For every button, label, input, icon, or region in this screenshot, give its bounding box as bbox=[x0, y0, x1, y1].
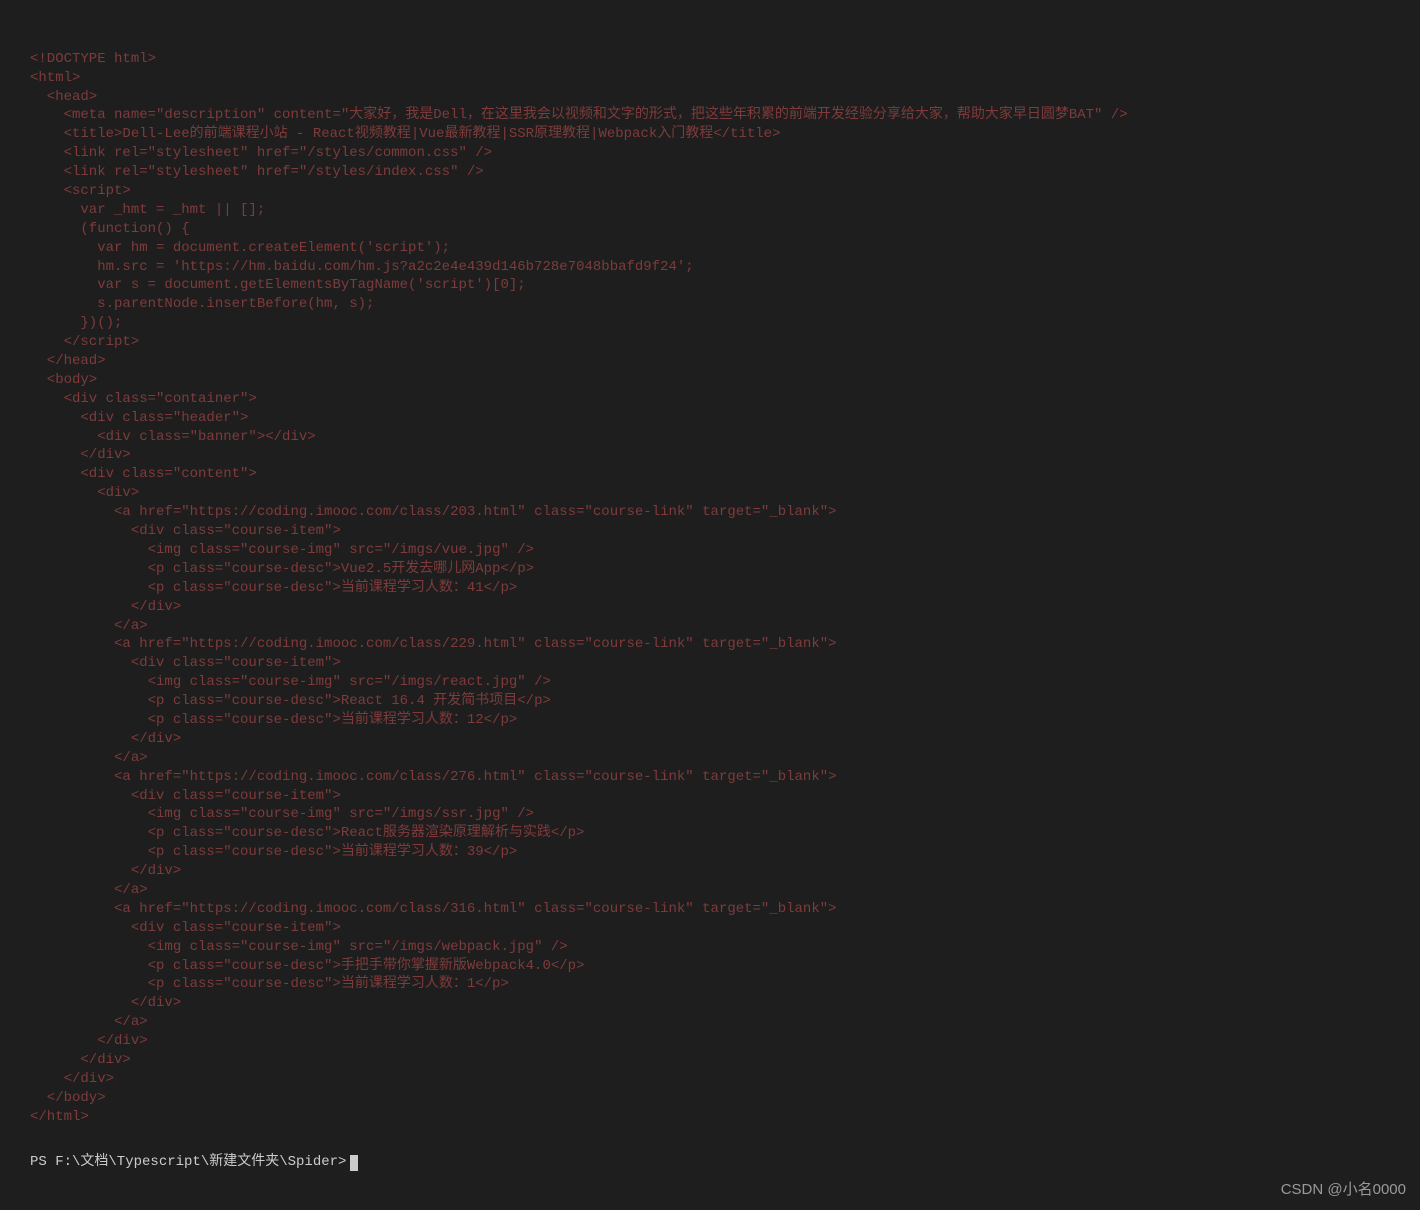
code-editor[interactable]: <!DOCTYPE html><html> <head> <meta name=… bbox=[0, 0, 1420, 1145]
watermark: CSDN @小名0000 bbox=[1281, 1180, 1406, 1200]
terminal-cursor bbox=[350, 1155, 358, 1171]
code-content: <!DOCTYPE html><html> <head> <meta name=… bbox=[30, 50, 1420, 1127]
terminal-panel[interactable]: PS F:\文档\Typescript\新建文件夹\Spider> bbox=[0, 1145, 1420, 1172]
terminal-prompt: PS F:\文档\Typescript\新建文件夹\Spider> bbox=[30, 1153, 346, 1172]
